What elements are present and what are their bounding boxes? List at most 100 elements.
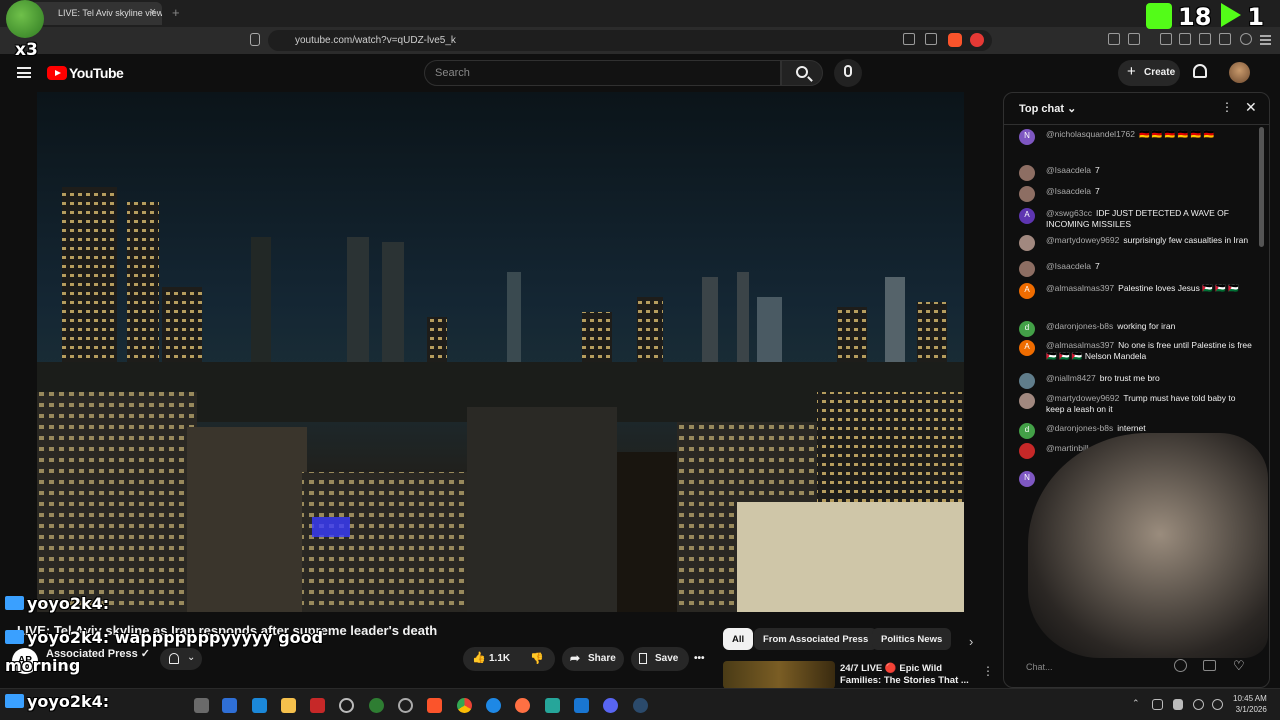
taskbar-app-icon[interactable] (194, 698, 209, 713)
chip-politics-news[interactable]: Politics News (872, 628, 952, 650)
chat-menu-icon[interactable]: ⋮ (1221, 100, 1233, 114)
chat-author-avatar[interactable]: d (1019, 321, 1035, 337)
new-tab-button[interactable]: + (172, 5, 180, 20)
network-icon[interactable] (1193, 699, 1204, 710)
vpn-icon[interactable] (1240, 33, 1252, 45)
chat-author-avatar[interactable]: A (1019, 208, 1035, 224)
voice-search-button[interactable] (834, 59, 862, 87)
chat-author[interactable]: @Isaacdela (1046, 261, 1091, 271)
recommendation-title[interactable]: 24/7 LIVE 🔴 Epic Wild Families: The Stor… (840, 663, 970, 687)
recommendation-menu-icon[interactable]: ⋮ (982, 664, 994, 678)
ai-icon[interactable] (1219, 33, 1231, 45)
sidebar-icon[interactable] (1179, 33, 1191, 45)
media-icon[interactable] (1160, 33, 1172, 45)
chip-from-associated-press[interactable]: From Associated Press (754, 628, 878, 650)
vscode-icon[interactable] (574, 698, 589, 713)
search-input[interactable]: Search (424, 60, 781, 86)
chat-author-avatar[interactable] (1019, 235, 1035, 251)
share-button[interactable]: ➦ Share (562, 647, 624, 671)
wifi-icon[interactable] (1212, 699, 1223, 710)
heart-icon[interactable]: ♡ (1233, 658, 1245, 674)
taskbar-app-icon[interactable] (369, 698, 384, 713)
firefox-icon[interactable] (515, 698, 530, 713)
browser-tab-bar: LIVE: Tel Aviv skyline view as I × + (0, 0, 1280, 27)
chat-author[interactable]: @martydowey9692 (1046, 393, 1119, 403)
chat-text: surprisingly few casualties in Iran (1123, 235, 1249, 245)
chat-author-avatar[interactable] (1019, 443, 1035, 459)
steam-icon[interactable] (633, 698, 648, 713)
chat-author[interactable]: @daronjones-b8s (1046, 321, 1113, 331)
chat-author-avatar[interactable]: N (1019, 129, 1035, 145)
emoji-icon[interactable] (1174, 659, 1187, 672)
chat-author-avatar[interactable]: A (1019, 283, 1035, 299)
wallet-icon[interactable] (1199, 33, 1211, 45)
youtube-wordmark[interactable]: YouTube (69, 65, 124, 81)
account-avatar[interactable] (1229, 62, 1250, 83)
brave-icon[interactable] (427, 698, 442, 713)
chat-mode-selector[interactable]: Top chat ⌄ (1019, 102, 1076, 115)
foreground-buildings (37, 392, 964, 612)
share-page-icon[interactable] (925, 33, 937, 45)
chat-author[interactable]: @nicholasquandel1762 (1046, 129, 1135, 139)
notifications-icon[interactable] (1193, 64, 1207, 78)
menu-icon[interactable] (17, 67, 31, 78)
chat-author[interactable]: @almasalmas397 (1046, 283, 1114, 293)
chat-text: internet (1117, 423, 1146, 433)
taskbar-app-icon[interactable] (339, 698, 354, 713)
discord-icon[interactable] (603, 698, 618, 713)
chat-close-icon[interactable]: ✕ (1245, 99, 1257, 116)
video-player[interactable]: AP (37, 92, 964, 612)
chips-next-icon[interactable]: › (969, 634, 973, 649)
chat-author[interactable]: @Isaacdela (1046, 186, 1091, 196)
browser-tab[interactable]: LIVE: Tel Aviv skyline view as I × (30, 2, 162, 25)
tab-close-icon[interactable]: × (150, 6, 156, 18)
volume-icon[interactable] (1173, 699, 1183, 710)
chat-author[interactable]: @niallm8427 (1046, 373, 1096, 383)
chat-author-avatar[interactable] (1019, 373, 1035, 389)
taskbar-app-icon[interactable] (310, 698, 325, 713)
search-button[interactable] (781, 60, 823, 86)
install-icon[interactable] (903, 33, 915, 45)
chip-all[interactable]: All (723, 628, 754, 650)
taskbar-app-icon[interactable] (252, 698, 267, 713)
chat-author-avatar[interactable] (1019, 165, 1035, 181)
chat-author[interactable]: @daronjones-b8s (1046, 423, 1113, 433)
youtube-logo-icon[interactable] (47, 66, 67, 80)
like-button[interactable]: 👍 1.1K 👎 (463, 647, 555, 671)
chat-author[interactable]: @martydowey9692 (1046, 235, 1119, 245)
more-actions-button[interactable]: ••• (688, 647, 712, 671)
chat-author[interactable]: @almasalmas397 (1046, 340, 1114, 350)
taskbar-app-icon[interactable] (398, 698, 413, 713)
taskbar-app-icon[interactable] (545, 698, 560, 713)
create-button[interactable]: + Create (1118, 60, 1180, 86)
extensions-icon[interactable] (1108, 33, 1120, 45)
chat-input[interactable]: Chat... (1016, 656, 1196, 680)
dislike-icon[interactable]: 👎 (530, 652, 544, 665)
chat-author-avatar[interactable] (1019, 186, 1035, 202)
tray-icon[interactable] (1152, 699, 1163, 710)
url-field[interactable]: youtube.com/watch?v=qUDZ-lve5_k (268, 30, 992, 51)
brave-shields-icon[interactable] (948, 33, 962, 47)
chat-scrollbar[interactable] (1259, 127, 1264, 247)
screenshot-icon[interactable] (1128, 33, 1140, 45)
chat-author-avatar[interactable]: N (1019, 471, 1035, 487)
edge-icon[interactable] (486, 698, 501, 713)
file-explorer-icon[interactable] (281, 698, 296, 713)
clock[interactable]: 10:45 AM 3/1/2026 (1233, 693, 1267, 715)
rewards-icon[interactable] (970, 33, 984, 47)
save-button[interactable]: Save (631, 647, 689, 671)
chat-author-avatar[interactable] (1019, 393, 1035, 409)
recommendation-thumbnail[interactable] (723, 661, 835, 689)
chrome-icon[interactable] (457, 698, 472, 713)
browser-menu-icon[interactable] (1260, 33, 1272, 45)
chat-author-avatar[interactable]: d (1019, 423, 1035, 439)
bookmark-icon[interactable] (250, 33, 260, 46)
chat-author-avatar[interactable]: A (1019, 340, 1035, 356)
tray-chevron-icon[interactable]: ⌃ (1132, 698, 1140, 709)
subscription-bell-button[interactable]: ⌄ (160, 648, 202, 670)
super-chat-icon[interactable] (1203, 660, 1216, 671)
taskbar-app-icon[interactable] (222, 698, 237, 713)
chat-author-avatar[interactable] (1019, 261, 1035, 277)
chat-author[interactable]: @xswg63cc (1046, 208, 1092, 218)
chat-author[interactable]: @Isaacdela (1046, 165, 1091, 175)
